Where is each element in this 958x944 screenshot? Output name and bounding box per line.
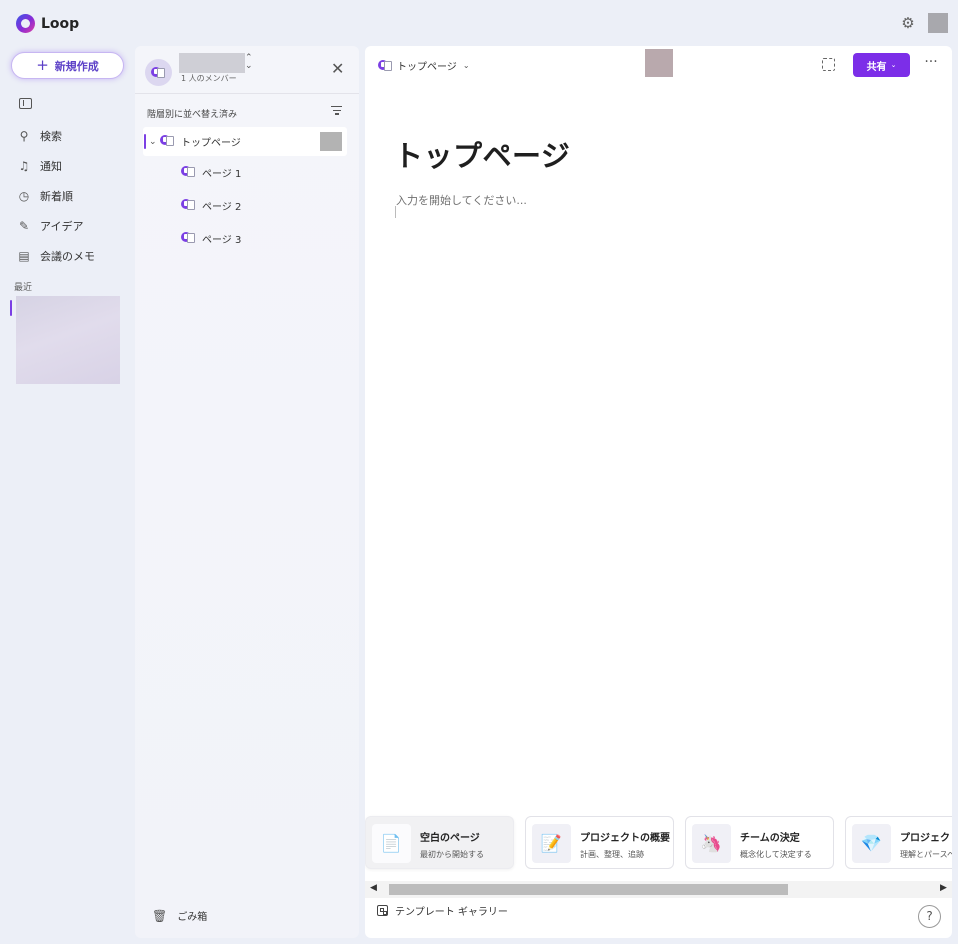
trash-label: ごみ箱 [177,912,208,923]
unicorn-icon: 🦄 [692,824,731,863]
chevron-down-icon[interactable]: ⌄ [149,137,157,147]
template-card-project[interactable]: 💎 プロジェクト 理解とパースペ [845,816,952,869]
page-icon [378,59,393,72]
page-editor-panel: トップページ ⌄ 共有 ⌄ ··· トップページ 入力を開始してください... … [365,46,952,938]
notes-icon: ▤ [18,249,30,263]
sidebar-toggle-icon[interactable] [19,98,32,109]
horizontal-scrollbar[interactable]: ◀ ▶ [365,881,952,898]
text-cursor [395,206,396,218]
nav-item-label: 通知 [40,160,62,173]
chevron-down-icon: ⌄ [462,61,470,70]
trash-button[interactable]: 🗑 ごみ箱 [152,908,208,924]
tree-item-page-1[interactable]: ページ 1 [135,156,359,189]
nav-item-label: 検索 [40,130,62,143]
page-title[interactable]: トップページ [394,133,570,175]
nav-item-label: 会議のメモ [40,250,95,263]
page-icon [160,134,175,150]
recent-label: 最近 [14,283,33,293]
share-label: 共有 [866,61,887,73]
gallery-label: テンプレート ギャラリー [395,907,508,918]
gem-icon: 💎 [852,824,891,863]
search-icon: ⚲ [19,129,29,143]
close-icon[interactable]: ✕ [331,61,344,77]
collaborator-avatar [320,132,342,151]
app-title: Loop [41,15,80,32]
scroll-right-icon[interactable]: ▶ [940,883,947,893]
template-desc: 最初から開始する [420,850,484,859]
recent-active-indicator [10,300,12,316]
workspace-name-redacted[interactable] [179,53,245,73]
pen-icon: ✎ [18,219,30,233]
tree-item-label: ページ 3 [202,235,242,246]
breadcrumb[interactable]: トップページ ⌄ [378,58,470,73]
app-logo[interactable]: Loop [16,14,79,33]
editor-input[interactable]: 入力を開始してください... [396,192,527,208]
template-name: 空白のページ [420,833,480,844]
workspace-switch-icon[interactable]: ⌃ ⌄ [245,54,253,71]
nav-item-search[interactable]: ⚲ 検索 [16,121,126,151]
recent-workspace-thumbnail[interactable] [16,296,120,384]
scroll-left-icon[interactable]: ◀ [370,883,377,893]
settings-gear-icon[interactable]: ⚙ [900,15,916,31]
nav-item-label: 新着順 [40,190,73,203]
template-carousel: 📄 空白のページ 最初から開始する 📝 プロジェクトの概要 計画、整理、追跡 🦄… [365,812,952,872]
trash-icon: 🗑 [152,908,168,923]
nav-item-label: アイデア [40,220,84,233]
tree-item-label: ページ 1 [202,169,242,180]
template-gallery-button[interactable]: テンプレート ギャラリー [377,903,508,918]
sort-label: 階層別に並べ替え済み [147,110,238,120]
workspace-icon [145,59,172,86]
nav-item-ideas[interactable]: ✎ アイデア [16,211,126,241]
template-name: プロジェクト [900,833,952,844]
page-icon [181,231,196,247]
user-avatar[interactable] [928,13,948,33]
divider [135,93,359,94]
page-icon [181,165,196,181]
blank-page-icon: 📄 [372,824,411,863]
template-desc: 理解とパースペ [900,850,952,859]
page-tree: ⌄ トップページ ページ 1 ページ 2 ページ 3 [135,127,359,255]
filter-icon[interactable] [331,106,342,117]
clock-icon: ◷ [18,189,30,203]
active-indicator [144,134,146,149]
template-name: プロジェクトの概要 [580,833,670,844]
plus-icon: + [36,56,49,74]
copy-link-icon[interactable] [822,58,835,71]
tree-item-top-page[interactable]: ⌄ トップページ [143,127,347,156]
tree-item-label: トップページ [181,138,241,149]
nav-item-notifications[interactable]: ♫ 通知 [16,151,126,181]
template-desc: 概念化して決定する [740,850,812,859]
scroll-thumb[interactable] [389,884,788,895]
template-card-blank[interactable]: 📄 空白のページ 最初から開始する [365,816,514,869]
workspace-members[interactable]: 1 人のメンバー [181,73,237,84]
new-button-label: 新規作成 [54,59,99,73]
template-desc: 計画、整理、追跡 [580,850,644,859]
template-name: チームの決定 [740,833,800,844]
loop-page-icon [151,66,166,79]
nav-item-recent[interactable]: ◷ 新着順 [16,181,126,211]
loop-logo-icon [16,14,35,33]
gallery-icon [377,905,388,916]
breadcrumb-label: トップページ [397,62,457,73]
template-card-team-decision[interactable]: 🦄 チームの決定 概念化して決定する [685,816,834,869]
new-button[interactable]: + 新規作成 [11,52,124,79]
workspace-panel: ⌃ ⌄ 1 人のメンバー ✕ 階層別に並べ替え済み ⌄ トップページ ページ 1 … [135,46,359,938]
template-card-project-overview[interactable]: 📝 プロジェクトの概要 計画、整理、追跡 [525,816,674,869]
bell-icon: ♫ [18,159,30,173]
more-options-icon[interactable]: ··· [922,55,940,73]
tree-item-label: ページ 2 [202,202,242,213]
page-icon [181,198,196,214]
tree-item-page-2[interactable]: ページ 2 [135,189,359,222]
notepad-icon: 📝 [532,824,571,863]
share-button[interactable]: 共有 ⌄ [853,53,910,77]
collaborator-avatar[interactable] [645,49,673,77]
help-button[interactable]: ? [918,905,941,928]
nav-item-meeting-notes[interactable]: ▤ 会議のメモ [16,241,126,271]
chevron-down-icon: ⌄ [890,61,897,69]
nav-list: ⚲ 検索 ♫ 通知 ◷ 新着順 ✎ アイデア ▤ 会議のメモ [16,121,126,271]
tree-item-page-3[interactable]: ページ 3 [135,222,359,255]
